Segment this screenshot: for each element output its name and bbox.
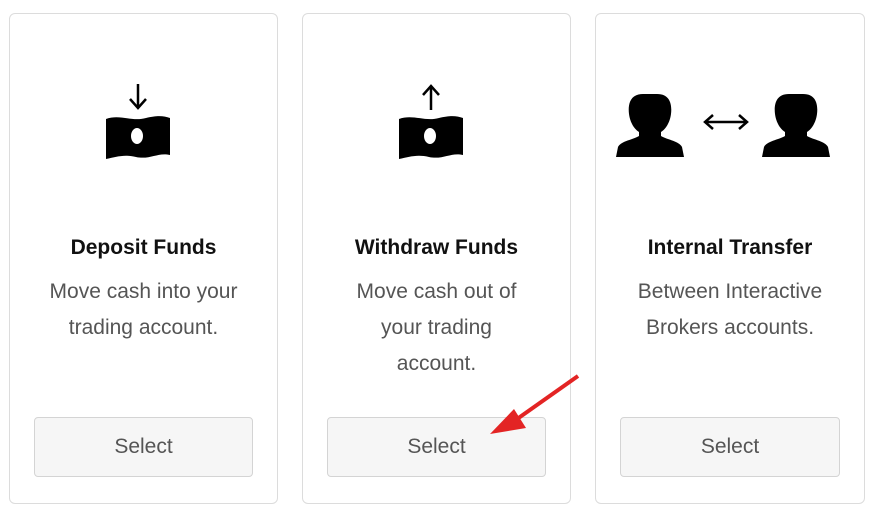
money-withdraw-icon <box>303 80 570 176</box>
description-line: Move cash into your <box>49 280 238 303</box>
card-title: Withdraw Funds <box>354 236 519 259</box>
description-line: trading account. <box>68 316 219 339</box>
deposit-funds-card: Deposit Funds Move cash into your tradin… <box>9 13 278 504</box>
card-title: Internal Transfer <box>647 236 813 259</box>
withdraw-select-button[interactable]: Select <box>327 417 546 477</box>
internal-transfer-icon <box>596 80 864 176</box>
internal-transfer-card: Internal Transfer Between Interactive Br… <box>595 13 865 504</box>
card-description: Move cash into your trading account. <box>34 274 253 346</box>
description-line: Between Interactive <box>637 280 823 303</box>
double-arrow-icon <box>703 114 749 130</box>
transfer-select-button[interactable]: Select <box>620 417 840 477</box>
description-line: Move cash out of <box>356 280 517 303</box>
card-description: Move cash out of your trading account. <box>327 274 546 382</box>
withdraw-funds-card: Withdraw Funds Move cash out of your tra… <box>302 13 571 504</box>
card-description: Between Interactive Brokers accounts. <box>620 274 840 346</box>
description-line: your trading <box>381 316 492 339</box>
user-icon <box>762 94 830 157</box>
deposit-select-button[interactable]: Select <box>34 417 253 477</box>
description-line: Brokers accounts. <box>645 316 815 339</box>
description-line: account. <box>396 352 477 375</box>
user-icon <box>616 94 684 157</box>
card-title: Deposit Funds <box>70 236 217 259</box>
money-deposit-icon <box>10 80 277 176</box>
